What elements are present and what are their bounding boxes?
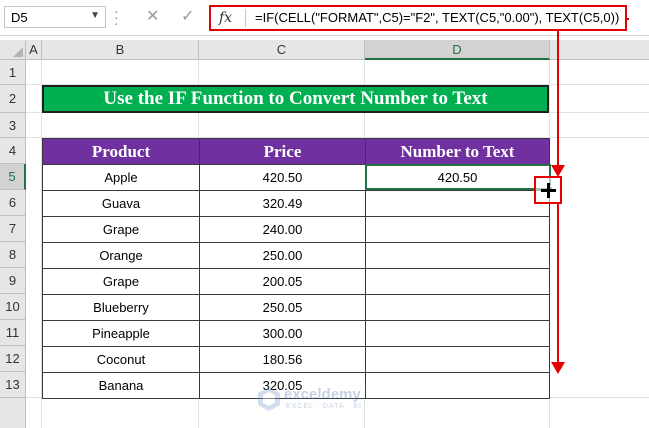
watermark-name: exceldemy bbox=[284, 386, 361, 403]
chevron-down-icon[interactable]: ▼ bbox=[90, 10, 100, 21]
row-header-3[interactable]: 3 bbox=[0, 113, 26, 138]
header-price[interactable]: Price bbox=[199, 138, 366, 165]
cell-price[interactable]: 250.05 bbox=[199, 294, 366, 321]
cell-price[interactable]: 200.05 bbox=[199, 268, 366, 295]
exceldemy-logo-icon bbox=[258, 387, 280, 411]
active-cell-selection[interactable] bbox=[365, 164, 551, 190]
row-header-6[interactable]: 6 bbox=[0, 190, 26, 216]
cell-number-to-text[interactable] bbox=[365, 242, 550, 269]
row-header-5[interactable]: 5 bbox=[0, 164, 26, 190]
sheet-title[interactable]: Use the IF Function to Convert Number to… bbox=[42, 85, 549, 113]
cell-price[interactable]: 240.00 bbox=[199, 216, 366, 243]
row-header-9[interactable]: 9 bbox=[0, 268, 26, 294]
annotation-line bbox=[557, 204, 559, 364]
header-product[interactable]: Product bbox=[42, 138, 200, 165]
cell-price[interactable]: 320.49 bbox=[199, 190, 366, 217]
row-header-2[interactable]: 2 bbox=[0, 85, 26, 113]
annotation-line bbox=[557, 31, 559, 168]
cell-product[interactable]: Coconut bbox=[42, 346, 200, 373]
row-header-13[interactable]: 13 bbox=[0, 372, 26, 398]
cell-number-to-text[interactable] bbox=[365, 320, 550, 347]
row-header-1[interactable]: 1 bbox=[0, 60, 26, 85]
cancel-icon[interactable]: ✕ bbox=[146, 6, 159, 25]
cell-product[interactable]: Guava bbox=[42, 190, 200, 217]
cell-product[interactable]: Apple bbox=[42, 164, 200, 191]
row-header-7[interactable]: 7 bbox=[0, 216, 26, 242]
formula-text[interactable]: =IF(CELL("FORMAT",C5)="F2", TEXT(C5,"0.0… bbox=[255, 10, 619, 25]
formula-bar: D5 ▼ · · · ✕ ✓ fx =IF(CELL("FORMAT",C5)="F… bbox=[0, 0, 649, 36]
cell-number-to-text[interactable] bbox=[365, 190, 550, 217]
drag-handle-icon[interactable]: · · · bbox=[114, 4, 122, 30]
cell-price[interactable]: 180.56 bbox=[199, 346, 366, 373]
column-header-e[interactable] bbox=[550, 40, 649, 60]
row-header-8[interactable]: 8 bbox=[0, 242, 26, 268]
row-header-12[interactable]: 12 bbox=[0, 346, 26, 372]
enter-check-icon[interactable]: ✓ bbox=[181, 6, 194, 25]
cell-product[interactable]: Banana bbox=[42, 372, 200, 399]
column-header-d[interactable]: D bbox=[365, 40, 550, 60]
cell-number-to-text[interactable] bbox=[365, 268, 550, 295]
insert-function-icon[interactable]: fx bbox=[219, 10, 232, 26]
select-all-button[interactable] bbox=[0, 40, 26, 60]
column-header-a[interactable]: A bbox=[26, 40, 42, 60]
header-number-to-text[interactable]: Number to Text bbox=[365, 138, 550, 165]
cell-product[interactable]: Orange bbox=[42, 242, 200, 269]
cell-price[interactable]: 250.00 bbox=[199, 242, 366, 269]
formula-input[interactable]: fx =IF(CELL("FORMAT",C5)="F2", TEXT(C5,"… bbox=[209, 5, 627, 31]
watermark-tagline: EXCEL · DATA · BI bbox=[286, 403, 362, 410]
cell-product[interactable]: Grape bbox=[42, 216, 200, 243]
cell-product[interactable]: Pineapple bbox=[42, 320, 200, 347]
watermark: exceldemy EXCEL · DATA · BI bbox=[258, 385, 388, 415]
crosshair-icon bbox=[547, 183, 550, 198]
cell-product[interactable]: Blueberry bbox=[42, 294, 200, 321]
row-header-14[interactable] bbox=[0, 398, 26, 428]
cell-number-to-text[interactable] bbox=[365, 216, 550, 243]
cell-number-to-text[interactable] bbox=[365, 294, 550, 321]
divider bbox=[245, 9, 246, 27]
fill-handle-highlight bbox=[534, 176, 562, 204]
cell-number-to-text[interactable] bbox=[365, 346, 550, 373]
row-header-4[interactable]: 4 bbox=[0, 138, 26, 164]
cell-price[interactable]: 300.00 bbox=[199, 320, 366, 347]
name-box-value: D5 bbox=[11, 10, 28, 25]
arrow-down-icon bbox=[551, 362, 565, 374]
name-box[interactable]: D5 ▼ bbox=[4, 6, 106, 28]
row-header-11[interactable]: 11 bbox=[0, 320, 26, 346]
row-header-10[interactable]: 10 bbox=[0, 294, 26, 320]
column-header-c[interactable]: C bbox=[199, 40, 365, 60]
annotation-line bbox=[627, 18, 629, 20]
cell-price[interactable]: 420.50 bbox=[199, 164, 366, 191]
cell-product[interactable]: Grape bbox=[42, 268, 200, 295]
cell-number-to-text[interactable] bbox=[365, 372, 550, 399]
select-all-icon bbox=[13, 47, 23, 57]
column-header-b[interactable]: B bbox=[42, 40, 199, 60]
